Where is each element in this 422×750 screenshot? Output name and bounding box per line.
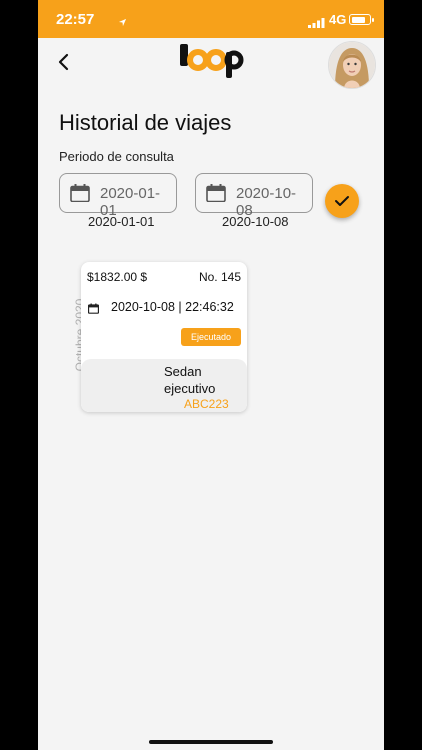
page-title: Historial de viajes: [59, 110, 232, 135]
avatar[interactable]: [328, 41, 376, 89]
status-badge: Ejecutado: [180, 328, 241, 346]
calendar-icon: [206, 184, 226, 207]
trip-datetime: 2020-10-08 | 22:46:32: [111, 300, 234, 314]
check-icon: [335, 196, 349, 206]
end-date-field[interactable]: 2020-10-08: [195, 173, 313, 219]
vehicle-section: Sedan ejecutivo ABC223: [81, 359, 247, 412]
location-arrow-icon: [118, 14, 127, 32]
start-date-caption: 2020-01-01: [88, 214, 155, 229]
trip-number: No. 145: [198, 270, 241, 284]
trip-amount: $1832.00 $: [87, 270, 148, 284]
apply-filter-button[interactable]: [325, 184, 359, 218]
calendar-icon: [70, 184, 90, 207]
back-button[interactable]: [54, 52, 74, 72]
vehicle-plate: ABC223: [184, 397, 229, 411]
end-date-caption: 2020-10-08: [222, 214, 289, 229]
start-date-field[interactable]: 2020-01-01: [59, 173, 177, 219]
vehicle-type: Sedan ejecutivo: [164, 364, 216, 396]
period-label: Periodo de consulta: [59, 149, 174, 164]
calendar-icon: [87, 301, 100, 319]
trip-card[interactable]: $1832.00 $ No. 145 2020-10-08 | 22:46:32…: [81, 262, 247, 412]
status-bar: 22:57 4G: [38, 0, 384, 38]
home-indicator: [149, 740, 273, 744]
app-logo: [178, 42, 244, 80]
battery-icon: [349, 14, 374, 25]
chevron-left-icon: [58, 53, 69, 71]
status-time: 22:57: [56, 11, 95, 28]
network-type: 4G: [329, 12, 347, 27]
app-screen: 22:57 4G Historial de viajes Periodo de …: [38, 0, 384, 750]
signal-icon: [308, 15, 325, 33]
